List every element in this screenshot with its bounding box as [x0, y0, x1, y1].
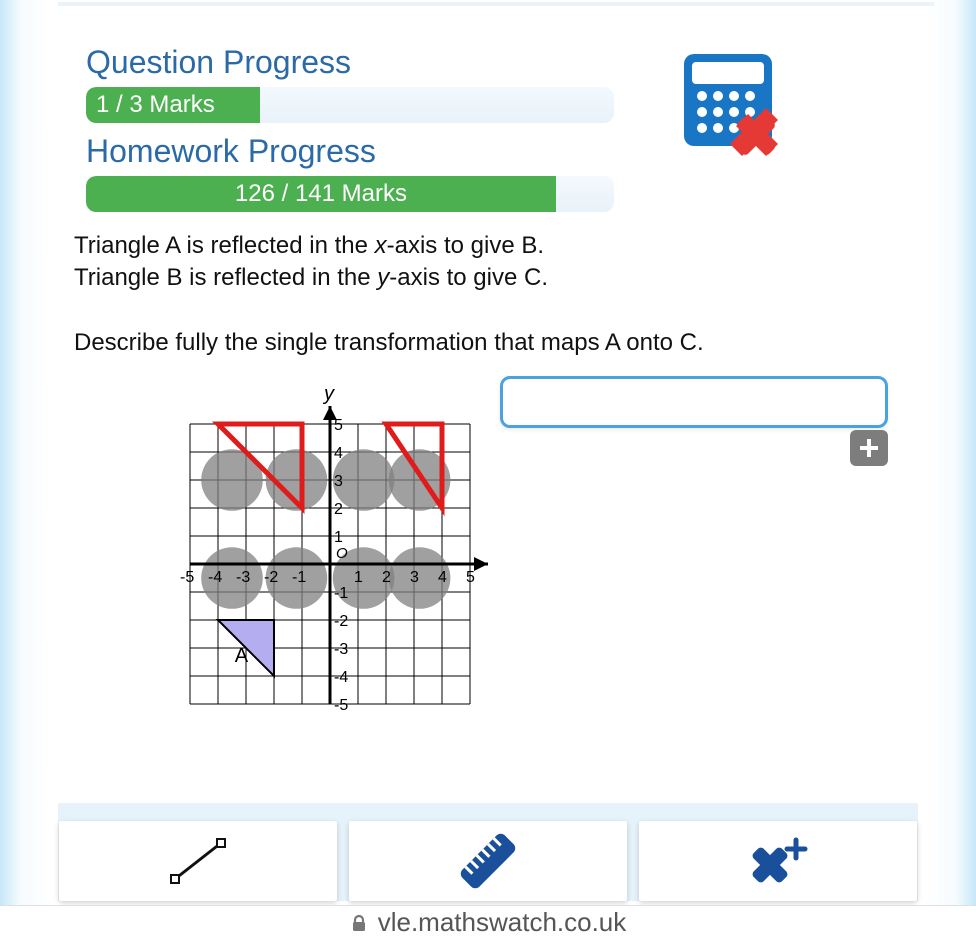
- question-card: Question Progress 1 / 3 Marks Homework P…: [58, 14, 918, 799]
- svg-text:4: 4: [438, 569, 447, 586]
- coordinate-graph[interactable]: Axy-5-4-3-2-112345-5-4-3-2-112345O: [70, 374, 500, 759]
- svg-text:3: 3: [410, 569, 419, 586]
- url-bar: vle.mathswatch.co.uk: [0, 905, 976, 939]
- lock-icon: [350, 914, 368, 932]
- svg-text:1: 1: [354, 569, 363, 586]
- svg-text:-3: -3: [334, 641, 348, 658]
- svg-text:-1: -1: [292, 569, 306, 586]
- svg-text:3: 3: [334, 473, 343, 490]
- svg-text:5: 5: [334, 417, 343, 434]
- svg-text:1: 1: [334, 529, 343, 546]
- svg-text:O: O: [336, 545, 348, 562]
- question-progress-fill: 1 / 3 Marks: [86, 87, 260, 123]
- add-answer-button[interactable]: [850, 430, 888, 466]
- svg-text:2: 2: [334, 501, 343, 518]
- svg-text:-3: -3: [236, 569, 250, 586]
- line-tool-button[interactable]: [59, 821, 337, 901]
- tool-row: [58, 803, 918, 901]
- svg-text:-4: -4: [208, 569, 222, 586]
- svg-text:-5: -5: [180, 569, 194, 586]
- calculator-disabled-icon: [676, 50, 786, 160]
- answer-input[interactable]: [500, 376, 888, 428]
- svg-text:4: 4: [334, 445, 343, 462]
- svg-text:A: A: [235, 645, 249, 667]
- homework-progress-fill: 126 / 141 Marks: [86, 176, 556, 212]
- svg-text:-1: -1: [334, 585, 348, 602]
- multiply-tool-button[interactable]: [639, 821, 917, 901]
- url-text: vle.mathswatch.co.uk: [378, 907, 627, 938]
- svg-text:5: 5: [466, 569, 475, 586]
- svg-text:-2: -2: [264, 569, 278, 586]
- question-text: Triangle A is reflected in the x-axis to…: [74, 230, 902, 360]
- svg-text:-2: -2: [334, 613, 348, 630]
- svg-text:-5: -5: [334, 697, 348, 714]
- question-progress-bar: 1 / 3 Marks: [86, 87, 614, 123]
- svg-text:-4: -4: [334, 669, 348, 686]
- svg-text:2: 2: [382, 569, 391, 586]
- ruler-tool-button[interactable]: [349, 821, 627, 901]
- svg-text:y: y: [322, 383, 335, 405]
- homework-progress-bar: 126 / 141 Marks: [86, 176, 614, 212]
